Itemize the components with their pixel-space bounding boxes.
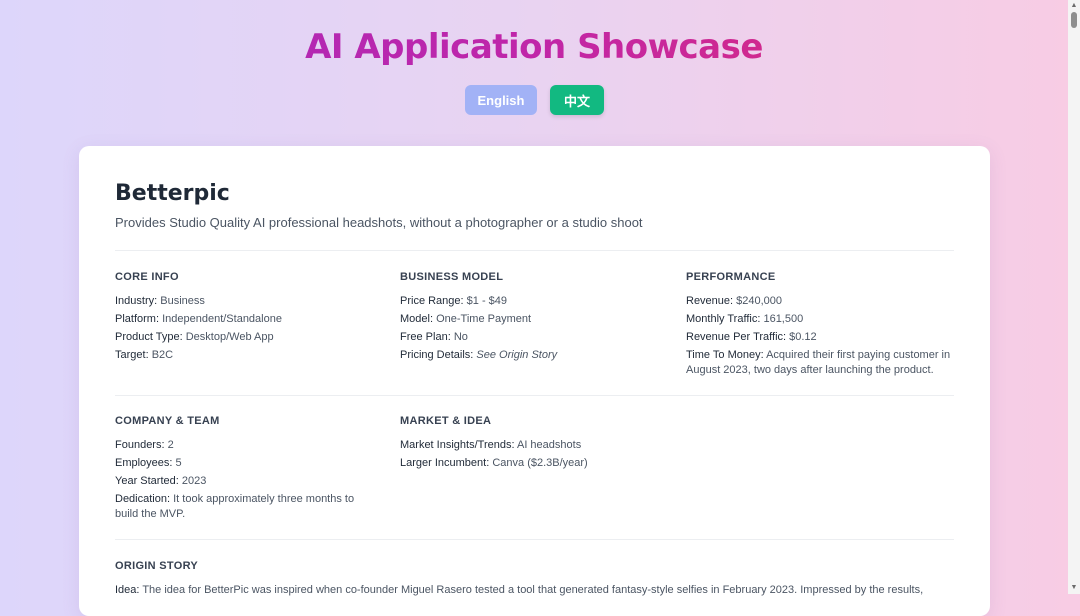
origin-idea-row: Idea: The idea for BetterPic was inspire… <box>115 583 960 598</box>
info-row: Model: One-Time Payment <box>400 312 650 327</box>
app-name: Betterpic <box>115 181 230 206</box>
origin-story-section: ORIGIN STORY Idea: The idea for BetterPi… <box>115 559 960 601</box>
info-value: 2023 <box>181 475 207 487</box>
section-heading: BUSINESS MODEL <box>400 271 504 283</box>
info-value: $0.12 <box>789 331 817 343</box>
info-key: Price Range: <box>400 295 464 307</box>
info-key: Model: <box>400 313 434 325</box>
info-value: Canva ($2.3B/year) <box>492 457 588 469</box>
divider <box>115 539 954 540</box>
app-card: Betterpic Provides Studio Quality AI pro… <box>79 146 990 616</box>
divider <box>115 250 954 251</box>
page-title: AI Application Showcase <box>0 27 1068 67</box>
info-value: Desktop/Web App <box>185 331 274 343</box>
info-key: Pricing Details: <box>400 349 474 361</box>
english-language-button[interactable]: English <box>465 85 537 115</box>
info-key: Monthly Traffic: <box>686 313 761 325</box>
info-value: 5 <box>175 457 182 469</box>
info-row: Time To Money: Acquired their first payi… <box>686 348 956 378</box>
info-row: Industry: Business <box>115 294 365 309</box>
info-value: $1 - $49 <box>466 295 508 307</box>
info-key: Dedication: <box>115 493 171 505</box>
info-row: Dedication: It took approximately three … <box>115 492 365 522</box>
section-heading: COMPANY & TEAM <box>115 415 220 427</box>
scroll-up-arrow-icon[interactable]: ▲ <box>1068 0 1080 12</box>
info-value: 161,500 <box>763 313 804 325</box>
info-row: Employees: 5 <box>115 456 365 471</box>
info-value: One-Time Payment <box>436 313 532 325</box>
info-key: Revenue Per Traffic: <box>686 331 787 343</box>
vertical-scrollbar[interactable]: ▲ ▼ <box>1068 0 1080 594</box>
info-key: Year Started: <box>115 475 179 487</box>
info-value: B2C <box>151 349 174 361</box>
info-key: Revenue: <box>686 295 734 307</box>
info-row: Free Plan: No <box>400 330 650 345</box>
info-row: Pricing Details: See Origin Story <box>400 348 650 363</box>
info-key: Founders: <box>115 439 165 451</box>
info-value: Independent/Standalone <box>162 313 282 325</box>
market-idea-section: MARKET & IDEA Market Insights/Trends: AI… <box>400 414 650 474</box>
core-info-section: CORE INFO Industry: Business Platform: I… <box>115 270 365 366</box>
section-heading: PERFORMANCE <box>686 271 776 283</box>
info-row: Product Type: Desktop/Web App <box>115 330 365 345</box>
info-row: Year Started: 2023 <box>115 474 365 489</box>
performance-section: PERFORMANCE Revenue: $240,000 Monthly Tr… <box>686 270 956 381</box>
info-row: Platform: Independent/Standalone <box>115 312 365 327</box>
info-row: Founders: 2 <box>115 438 365 453</box>
company-team-section: COMPANY & TEAM Founders: 2 Employees: 5 … <box>115 414 365 525</box>
section-heading: CORE INFO <box>115 271 179 283</box>
info-row: Target: B2C <box>115 348 365 363</box>
info-row: Revenue: $240,000 <box>686 294 956 309</box>
info-key: Employees: <box>115 457 173 469</box>
info-value: 2 <box>167 439 174 451</box>
info-row: Revenue Per Traffic: $0.12 <box>686 330 956 345</box>
section-heading: MARKET & IDEA <box>400 415 492 427</box>
app-description: Provides Studio Quality AI professional … <box>115 215 643 230</box>
info-row: Larger Incumbent: Canva ($2.3B/year) <box>400 456 650 471</box>
info-key: Platform: <box>115 313 160 325</box>
scroll-thumb[interactable] <box>1071 12 1077 28</box>
info-row: Monthly Traffic: 161,500 <box>686 312 956 327</box>
info-value: $240,000 <box>736 295 783 307</box>
business-model-section: BUSINESS MODEL Price Range: $1 - $49 Mod… <box>400 270 650 366</box>
info-row: Market Insights/Trends: AI headshots <box>400 438 650 453</box>
info-key: Larger Incumbent: <box>400 457 490 469</box>
info-row: Price Range: $1 - $49 <box>400 294 650 309</box>
page: AI Application Showcase English 中文 Bette… <box>0 0 1068 616</box>
info-key: Industry: <box>115 295 158 307</box>
chinese-language-button[interactable]: 中文 <box>550 85 604 115</box>
info-value: See Origin Story <box>476 349 558 361</box>
info-key: Free Plan: <box>400 331 451 343</box>
section-heading: ORIGIN STORY <box>115 560 199 572</box>
info-value: Business <box>160 295 205 307</box>
info-value: AI headshots <box>516 439 582 451</box>
info-key: Market Insights/Trends: <box>400 439 515 451</box>
scroll-down-arrow-icon[interactable]: ▼ <box>1068 582 1080 594</box>
info-key: Product Type: <box>115 331 183 343</box>
info-key: Idea: <box>115 584 140 596</box>
divider <box>115 395 954 396</box>
info-key: Time To Money: <box>686 349 764 361</box>
info-value: No <box>453 331 468 343</box>
info-key: Target: <box>115 349 149 361</box>
info-value: The idea for BetterPic was inspired when… <box>142 584 924 596</box>
